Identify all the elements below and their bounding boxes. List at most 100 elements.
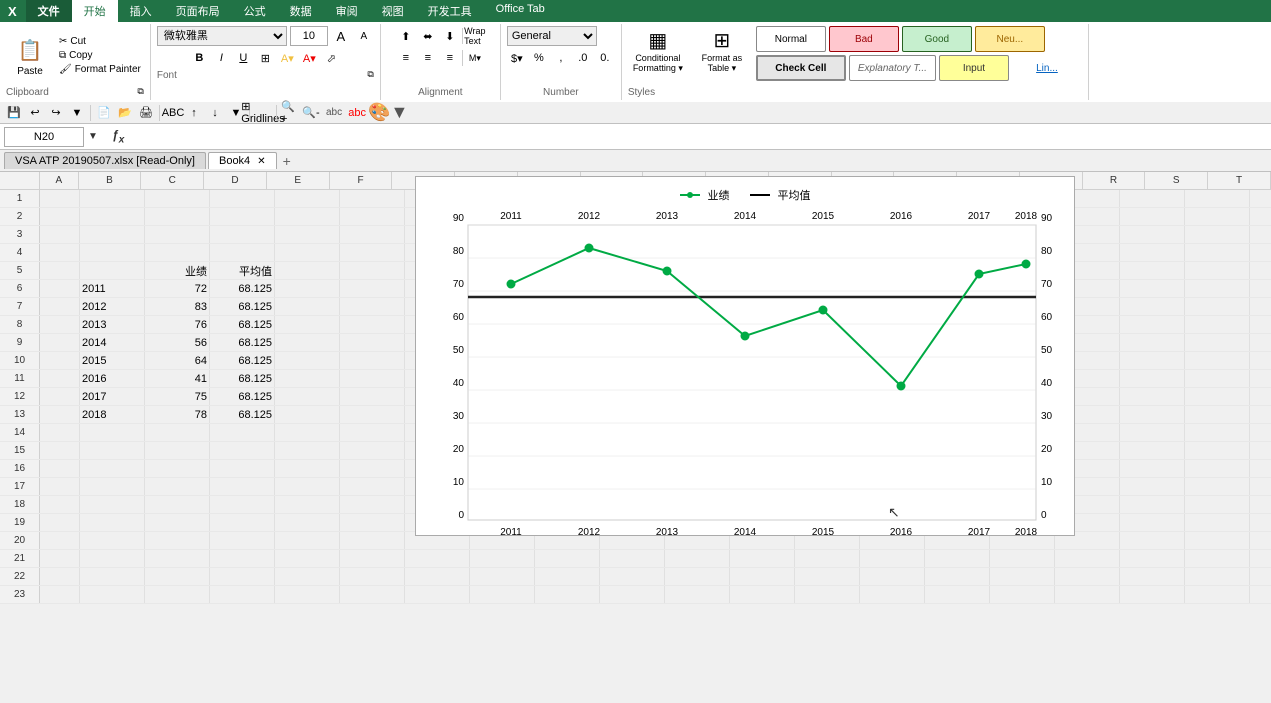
underline-button[interactable]: U [233, 48, 253, 68]
row-header[interactable]: 21 [0, 550, 40, 567]
cell-E5[interactable] [275, 262, 340, 279]
comma-btn[interactable]: , [551, 48, 571, 68]
cell-T13[interactable] [1250, 406, 1271, 423]
cell-R18[interactable] [1120, 496, 1185, 513]
spelling-btn[interactable]: ABC [163, 104, 183, 122]
quick-access-dropdown[interactable]: ▼ [67, 104, 87, 122]
cell-T11[interactable] [1250, 370, 1271, 387]
cell-T16[interactable] [1250, 460, 1271, 477]
cell-Q22[interactable] [1055, 568, 1120, 585]
font-name-select[interactable]: 微软雅黑 [157, 26, 287, 46]
cell-F6[interactable] [340, 280, 405, 297]
cell-E16[interactable] [275, 460, 340, 477]
cell-A9[interactable] [40, 334, 80, 351]
cell-E18[interactable] [275, 496, 340, 513]
cell-D22[interactable] [210, 568, 275, 585]
formula-input[interactable] [132, 131, 1267, 143]
cell-S1[interactable] [1185, 190, 1250, 207]
cell-C3[interactable] [145, 226, 210, 243]
cell-E4[interactable] [275, 244, 340, 261]
cell-E13[interactable] [275, 406, 340, 423]
cell-S10[interactable] [1185, 352, 1250, 369]
cell-C10[interactable]: 64 [145, 352, 210, 369]
cell-R4[interactable] [1120, 244, 1185, 261]
cell-T4[interactable] [1250, 244, 1271, 261]
cell-C16[interactable] [145, 460, 210, 477]
cell-J22[interactable] [600, 568, 665, 585]
cell-D19[interactable] [210, 514, 275, 531]
cell-A5[interactable] [40, 262, 80, 279]
copy-button[interactable]: ⧉ Copy [56, 49, 144, 62]
cell-R19[interactable] [1120, 514, 1185, 531]
cell-S11[interactable] [1185, 370, 1250, 387]
cell-F8[interactable] [340, 316, 405, 333]
cell-R13[interactable] [1120, 406, 1185, 423]
row-header[interactable]: 4 [0, 244, 40, 261]
format-painter-button[interactable]: 🖌 Format Painter [56, 63, 144, 76]
font-increase-btn[interactable]: A [331, 26, 351, 46]
cell-D15[interactable] [210, 442, 275, 459]
cell-A8[interactable] [40, 316, 80, 333]
cell-S15[interactable] [1185, 442, 1250, 459]
cell-T21[interactable] [1250, 550, 1271, 567]
col-header-d[interactable]: D [204, 172, 267, 189]
row-header[interactable]: 15 [0, 442, 40, 459]
row-header[interactable]: 13 [0, 406, 40, 423]
cell-M23[interactable] [795, 586, 860, 603]
cell-T10[interactable] [1250, 352, 1271, 369]
cell-T22[interactable] [1250, 568, 1271, 585]
cell-D12[interactable]: 68.125 [210, 388, 275, 405]
col-header-c[interactable]: C [141, 172, 204, 189]
cell-R1[interactable] [1120, 190, 1185, 207]
cell-A10[interactable] [40, 352, 80, 369]
cell-C15[interactable] [145, 442, 210, 459]
cell-B9[interactable]: 2014 [80, 334, 145, 351]
col-header-f[interactable]: F [330, 172, 393, 189]
align-right-btn[interactable]: ≡ [440, 48, 460, 68]
border-button[interactable]: ⊞ [255, 48, 275, 68]
cell-R22[interactable] [1120, 568, 1185, 585]
cell-A11[interactable] [40, 370, 80, 387]
cell-N21[interactable] [860, 550, 925, 567]
cell-B21[interactable] [80, 550, 145, 567]
cell-M21[interactable] [795, 550, 860, 567]
cell-B2[interactable] [80, 208, 145, 225]
input-style-btn[interactable]: Input [939, 55, 1009, 81]
cell-T6[interactable] [1250, 280, 1271, 297]
cell-Q23[interactable] [1055, 586, 1120, 603]
cell-B14[interactable] [80, 424, 145, 441]
good-style-btn[interactable]: Good [902, 26, 972, 52]
cell-E3[interactable] [275, 226, 340, 243]
tab-view[interactable]: 视图 [370, 0, 416, 22]
cell-T5[interactable] [1250, 262, 1271, 279]
font-decrease-btn[interactable]: A [354, 26, 374, 46]
cell-Q21[interactable] [1055, 550, 1120, 567]
cell-F20[interactable] [340, 532, 405, 549]
row-header[interactable]: 2 [0, 208, 40, 225]
cell-D17[interactable] [210, 478, 275, 495]
cell-F2[interactable] [340, 208, 405, 225]
cell-E21[interactable] [275, 550, 340, 567]
cell-F3[interactable] [340, 226, 405, 243]
cell-E6[interactable] [275, 280, 340, 297]
check-cell-style-btn[interactable]: Check Cell [756, 55, 846, 81]
cell-F22[interactable] [340, 568, 405, 585]
cell-E1[interactable] [275, 190, 340, 207]
cell-A7[interactable] [40, 298, 80, 315]
paste-button[interactable]: 📋 Paste [6, 26, 54, 85]
cell-R10[interactable] [1120, 352, 1185, 369]
undo-btn[interactable]: ↩ [25, 104, 45, 122]
cell-C19[interactable] [145, 514, 210, 531]
cell-A17[interactable] [40, 478, 80, 495]
cell-A20[interactable] [40, 532, 80, 549]
cell-B4[interactable] [80, 244, 145, 261]
cell-A21[interactable] [40, 550, 80, 567]
cell-F15[interactable] [340, 442, 405, 459]
align-middle-btn[interactable]: ⬌ [418, 26, 438, 46]
formula-expand-icon[interactable]: ▼ [88, 131, 104, 142]
cell-C8[interactable]: 76 [145, 316, 210, 333]
currency-btn[interactable]: $▾ [507, 48, 527, 68]
cell-F23[interactable] [340, 586, 405, 603]
cell-E14[interactable] [275, 424, 340, 441]
cell-H21[interactable] [470, 550, 535, 567]
